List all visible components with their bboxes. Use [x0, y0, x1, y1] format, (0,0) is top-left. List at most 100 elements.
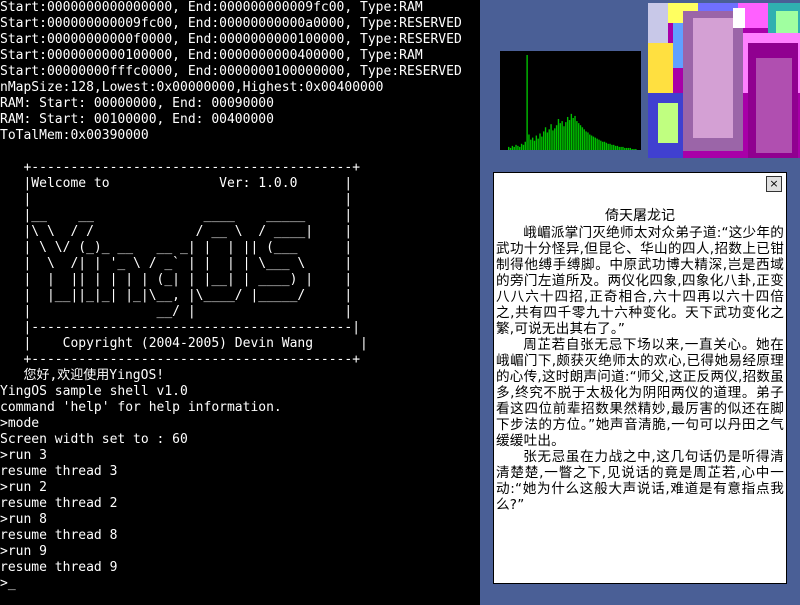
close-icon[interactable]: × — [766, 176, 782, 192]
histogram-bar — [557, 119, 560, 150]
console-line: RAM: Start: 00100000, End: 00400000 — [0, 112, 274, 127]
histogram-bar — [596, 138, 598, 150]
mosaic-block — [733, 8, 745, 28]
console-line: >run 3 — [0, 448, 47, 463]
histogram-bar — [635, 148, 637, 150]
mosaic-block — [648, 43, 673, 93]
console-line: | Copyright (2004-2005) Devin Wang | — [0, 336, 368, 351]
histogram-bar — [574, 115, 576, 150]
histogram-bar — [548, 129, 550, 150]
book-text: 峨嵋派掌门灭绝师太对众弟子道:“这少年的武功十分怪异,但昆仑、华山的四人,招数上… — [496, 225, 784, 513]
console-line: ToTalMem:0x00390000 — [0, 128, 149, 143]
histogram-bar — [603, 141, 606, 150]
console-line: | __/ | | — [0, 304, 353, 319]
console-line: |\ \ / / / __ \ / ____| | — [0, 224, 353, 239]
console-line: resume thread 3 — [0, 464, 118, 479]
console-line: Start:000000000009fc00, End:00000000000a… — [0, 16, 462, 31]
histogram-bar — [624, 147, 626, 150]
mosaic-block — [776, 11, 798, 33]
histogram-bar — [594, 137, 596, 150]
histogram-bar — [543, 131, 545, 150]
histogram-bar — [563, 126, 565, 150]
histogram-bar — [550, 124, 552, 150]
console-line: >run 9 — [0, 544, 47, 559]
histogram-bar — [524, 141, 526, 150]
histogram-bar — [616, 145, 619, 150]
console-line: Start:00000000000f0000, End:000000000010… — [0, 32, 462, 47]
histogram-bar — [583, 129, 585, 150]
console-line: Start:0000000000000000, End:000000000009… — [0, 0, 423, 15]
histogram-bar — [530, 139, 532, 150]
histogram-bar — [559, 123, 561, 150]
console-line: resume thread 9 — [0, 560, 118, 575]
console-line: | | || | | | | (_| | |__| | ____) | | — [0, 272, 353, 287]
histogram-bar — [579, 125, 582, 150]
console-line: nMapSize:128,Lowest:0x00000000,Highest:0… — [0, 80, 384, 95]
console-line: YingOS sample shell v1.0 — [0, 384, 188, 399]
histogram-bar — [566, 116, 569, 150]
console-line: Screen width set to : 60 — [0, 432, 188, 447]
mosaic-block — [658, 103, 678, 143]
histogram-bar — [541, 136, 543, 150]
histogram-bar — [613, 144, 615, 150]
console-line: >run 2 — [0, 480, 47, 495]
histogram-bar — [589, 134, 591, 150]
histogram-bar — [576, 121, 578, 150]
histogram-bar — [522, 144, 525, 150]
console-line: |Welcome to Ver: 1.0.0 | — [0, 176, 353, 191]
console-line: resume thread 2 — [0, 496, 118, 511]
histogram-bar — [508, 146, 510, 150]
histogram-bar — [598, 139, 600, 150]
histogram-bar — [533, 140, 536, 150]
histogram-bar — [565, 122, 567, 150]
histogram-bar — [633, 148, 635, 150]
histogram-bar — [587, 132, 589, 150]
histogram-window — [500, 51, 641, 150]
console-line: | |__||_|_| |_|\__, |\____/ |_____/ | — [0, 288, 353, 303]
histogram-bar — [526, 55, 528, 150]
histogram-bar — [535, 135, 538, 150]
console-line: | \ /| | '_ \ / _` | | | | \___ \ | — [0, 256, 353, 271]
reader-window[interactable]: × 倚天屠龙记 峨嵋派掌门灭绝师太对众弟子道:“这少年的武功十分怪异,但昆仑、华… — [493, 172, 787, 584]
console-line: RAM: Start: 00000000, End: 00090000 — [0, 96, 274, 111]
histogram-bar — [618, 146, 620, 150]
histogram-bar — [585, 131, 587, 150]
histogram-bar — [614, 145, 617, 150]
histogram-bar — [528, 134, 530, 150]
console-line: >mode — [0, 416, 40, 431]
histogram-bar — [570, 113, 573, 150]
histogram-bar — [537, 138, 539, 150]
console-line: | \ \/ (_)_ __ __ _| | | || (___ | — [0, 240, 353, 255]
histogram-bar — [544, 127, 547, 150]
book-paragraph: 峨嵋派掌门灭绝师太对众弟子道:“这少年的武功十分怪异,但昆仑、华山的四人,招数上… — [496, 225, 784, 337]
histogram-bar — [620, 146, 622, 150]
histogram-bar — [531, 137, 534, 150]
histogram-bar — [552, 130, 554, 150]
histogram-bar — [554, 128, 556, 150]
histogram-bar — [568, 120, 571, 150]
histogram-bar — [561, 121, 563, 150]
histogram-bar — [601, 141, 604, 150]
console-line: command 'help' for help information. — [0, 400, 282, 415]
histogram-bar — [629, 147, 632, 150]
console-line: +---------------------------------------… — [0, 352, 361, 367]
console-line: resume thread 8 — [0, 528, 118, 543]
console-line: 您好,欢迎使用YingOS! — [0, 368, 165, 383]
console-line: |---------------------------------------… — [0, 320, 361, 335]
mosaic-block — [693, 18, 733, 138]
histogram-bar — [515, 144, 517, 150]
histogram-bar — [539, 133, 541, 150]
histogram-bar — [611, 144, 613, 150]
book-paragraph: 周芷若自张无忌下场以来,一直关心。她在峨嵋门下,颇获灭绝师太的欢心,已得她易经原… — [496, 337, 784, 449]
console-line: Start:00000000fffc0000, End:000000010000… — [0, 64, 462, 79]
histogram-bar — [546, 132, 549, 150]
console-line: +---------------------------------------… — [0, 160, 361, 175]
text-console[interactable]: Start:0000000000000000, End:000000000009… — [0, 0, 480, 605]
histogram-bar — [600, 140, 602, 150]
histogram-bar — [625, 147, 628, 150]
histogram-bar — [590, 135, 593, 150]
histogram-bar — [592, 136, 595, 150]
console-line: |__ __ ____ _____ | — [0, 208, 353, 223]
console-line: >run 8 — [0, 512, 47, 527]
console-line: | | — [0, 192, 353, 207]
